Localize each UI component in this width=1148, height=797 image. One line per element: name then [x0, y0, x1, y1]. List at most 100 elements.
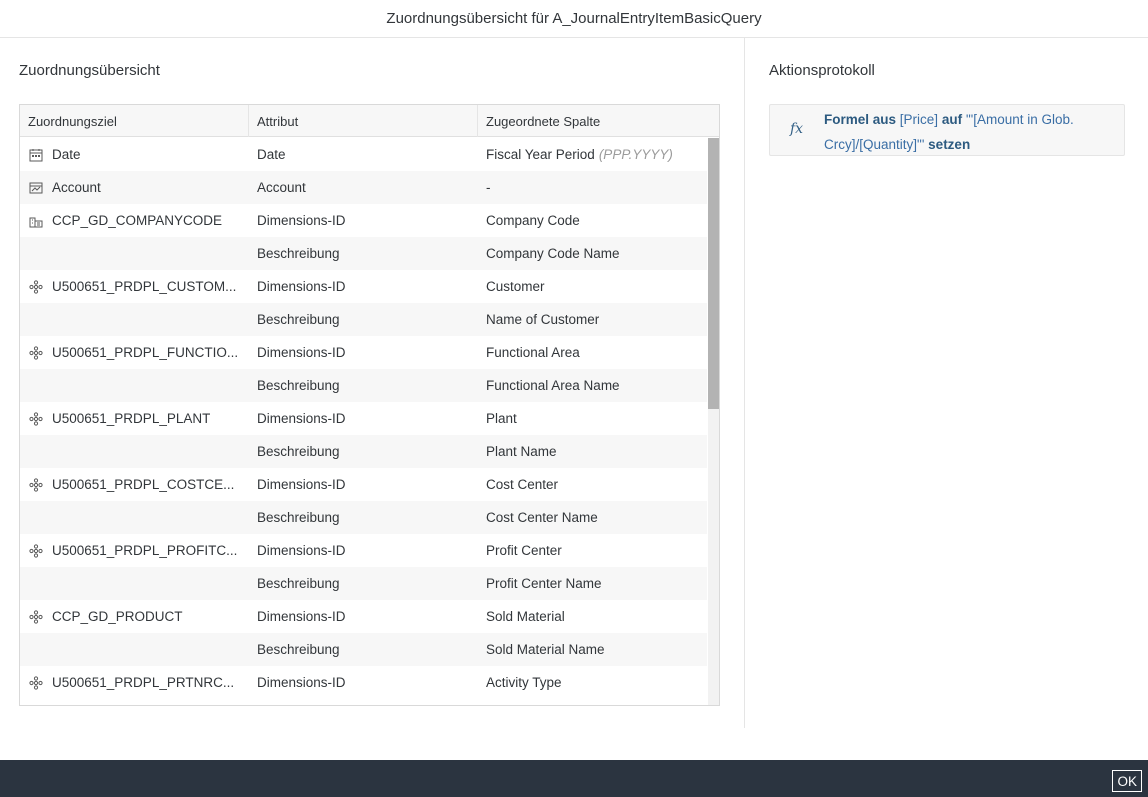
cell-mapped-column: Functional Area — [478, 336, 707, 369]
log-source-ref: [Price] — [899, 112, 939, 127]
cell-mapped-column: Sold Material — [478, 600, 707, 633]
mapped-column-name: Functional Area Name — [486, 378, 620, 393]
cell-target — [20, 501, 249, 534]
cell-mapped-column: Cost Center — [478, 468, 707, 501]
table-row[interactable]: CCP_GD_PRODUCT Dimensions-ID Sold Material — [20, 600, 707, 633]
cell-mapped-column: Customer — [478, 270, 707, 303]
table-header: Zuordnungsziel Attribut Zugeordnete Spal… — [20, 105, 719, 137]
target-name: CCP_GD_COMPANYCODE — [52, 213, 223, 228]
cell-target: CCP_GD_PRODUCT — [20, 600, 249, 633]
cell-mapped-column: - — [478, 171, 707, 204]
mapped-column-name: Cost Center — [486, 477, 559, 492]
cell-mapped-column: Cost Center Name — [478, 501, 707, 534]
target-name: U500651_PRDPL_CUSTOM... — [52, 279, 237, 294]
table-row[interactable]: CCP_GD_COMPANYCODE Dimensions-ID Company C… — [20, 204, 707, 237]
cell-attribute: Beschreibung — [257, 378, 340, 393]
dialog-title: Zuordnungsübersicht für A_JournalEntryIt… — [386, 10, 762, 27]
cell-mapped-column: Name of Customer — [478, 303, 707, 336]
column-header-attribute[interactable]: Attribut — [249, 105, 478, 137]
cell-attribute: Dimensions-ID — [257, 675, 346, 690]
mapped-column-name: Plant Name — [486, 444, 557, 459]
ok-button[interactable]: OK — [1112, 770, 1142, 792]
table-row[interactable]: Beschreibung Name of Customer — [20, 303, 707, 336]
mapping-table: Zuordnungsziel Attribut Zugeordnete Spal… — [19, 104, 720, 706]
cell-attribute: Dimensions-ID — [257, 543, 346, 558]
table-row[interactable]: Date Date Fiscal Year Period (PPP.YYYY) — [20, 138, 707, 171]
table-row[interactable]: Account Account - — [20, 171, 707, 204]
mapped-column-name: Functional Area — [486, 345, 580, 360]
cell-attribute: Beschreibung — [257, 246, 340, 261]
cell-attribute: Dimensions-ID — [257, 213, 346, 228]
scrollbar-thumb[interactable] — [708, 138, 719, 409]
action-log-entry[interactable]: fx Formel aus [Price] auf '"[Amount in G… — [769, 104, 1125, 156]
cell-mapped-column: Plant Name — [478, 435, 707, 468]
table-row[interactable]: Beschreibung Functional Area Name — [20, 369, 707, 402]
mapped-column-name: Cost Center Name — [486, 510, 598, 525]
cell-attribute: Dimensions-ID — [257, 609, 346, 624]
dimension-icon — [28, 279, 44, 295]
cell-target: U500651_PRDPL_PROFITC... — [20, 534, 249, 567]
mapped-column-name: Customer — [486, 279, 545, 294]
cell-target: U500651_PRDPL_PLANT — [20, 402, 249, 435]
cell-target — [20, 303, 249, 336]
cell-attribute: Beschreibung — [257, 444, 340, 459]
table-row[interactable]: U500651_PRDPL_PLANT Dimensions-ID Plant — [20, 402, 707, 435]
account-icon — [28, 180, 44, 196]
mapped-column-name: Plant — [486, 411, 517, 426]
table-row[interactable]: U500651_PRDPL_PRTNRC... Dimensions-ID Acti… — [20, 666, 707, 699]
table-row[interactable]: U500651_PRDPL_PROFITC... Dimensions-ID Pro… — [20, 534, 707, 567]
dialog-footer: OK — [0, 760, 1148, 797]
cell-target — [20, 369, 249, 402]
table-row[interactable]: U500651_PRDPL_FUNCTIO... Dimensions-ID Fun… — [20, 336, 707, 369]
cell-attribute: Beschreibung — [257, 312, 340, 327]
target-name: Account — [52, 180, 101, 195]
action-log-text: Formel aus [Price] auf '"[Amount in Glob… — [824, 107, 1114, 157]
table-row[interactable]: U500651_PRDPL_CUSTOM... Dimensions-ID Cust… — [20, 270, 707, 303]
cell-mapped-column: Activity Type — [478, 666, 707, 699]
cell-attribute: Account — [257, 180, 306, 195]
target-name: U500651_PRDPL_COSTCE... — [52, 477, 235, 492]
dimension-icon — [28, 345, 44, 361]
target-name: U500651_PRDPL_PRTNRC... — [52, 675, 235, 690]
cell-attribute: Dimensions-ID — [257, 279, 346, 294]
log-keyword: auf — [941, 112, 963, 127]
dimension-icon — [28, 609, 44, 625]
cell-attribute: Beschreibung — [257, 510, 340, 525]
target-name: CCP_GD_PRODUCT — [52, 609, 183, 624]
action-log-pane: Aktionsprotokoll fx Formel aus [Price] a… — [745, 38, 1148, 728]
table-row[interactable]: Beschreibung Profit Center Name — [20, 567, 707, 600]
dimension-icon — [28, 543, 44, 559]
mapped-column-name: Company Code Name — [486, 246, 620, 261]
log-keyword: Formel aus — [824, 112, 897, 127]
cell-attribute: Dimensions-ID — [257, 477, 346, 492]
column-header-column[interactable]: Zugeordnete Spalte — [478, 105, 719, 137]
table-row[interactable]: Beschreibung Plant Name — [20, 435, 707, 468]
cell-target — [20, 237, 249, 270]
cell-target: Date — [20, 138, 249, 171]
cell-target: U500651_PRDPL_CUSTOM... — [20, 270, 249, 303]
cell-mapped-column: Plant — [478, 402, 707, 435]
column-header-target[interactable]: Zuordnungsziel — [20, 105, 249, 137]
table-row[interactable]: Beschreibung Cost Center Name — [20, 501, 707, 534]
cell-target — [20, 435, 249, 468]
cell-mapped-column: Profit Center — [478, 534, 707, 567]
mapped-column-name: Name of Customer — [486, 312, 600, 327]
cell-target: U500651_PRDPL_PRTNRC... — [20, 666, 249, 699]
table-body: Date Date Fiscal Year Period (PPP.YYYY) Acco… — [20, 138, 707, 699]
cell-attribute: Beschreibung — [257, 576, 340, 591]
target-name: Date — [52, 147, 81, 162]
mapped-column-name: Sold Material — [486, 609, 565, 624]
table-row[interactable]: U500651_PRDPL_COSTCE... Dimensions-ID Cost… — [20, 468, 707, 501]
table-row[interactable]: Beschreibung Sold Material Name — [20, 633, 707, 666]
cell-mapped-column: Fiscal Year Period (PPP.YYYY) — [478, 138, 707, 171]
mapped-column-name: Fiscal Year Period — [486, 147, 595, 162]
target-name: U500651_PRDPL_PROFITC... — [52, 543, 238, 558]
mapping-pane: Zuordnungsübersicht Zuordnungsziel Attri… — [0, 38, 744, 728]
cell-mapped-column: Profit Center Name — [478, 567, 707, 600]
table-row[interactable]: Beschreibung Company Code Name — [20, 237, 707, 270]
mapping-section-title: Zuordnungsübersicht — [19, 62, 160, 79]
cell-target: U500651_PRDPL_FUNCTIO... — [20, 336, 249, 369]
mapped-column-name: Company Code — [486, 213, 580, 228]
calendar-icon — [28, 147, 44, 163]
dimension-icon — [28, 411, 44, 427]
